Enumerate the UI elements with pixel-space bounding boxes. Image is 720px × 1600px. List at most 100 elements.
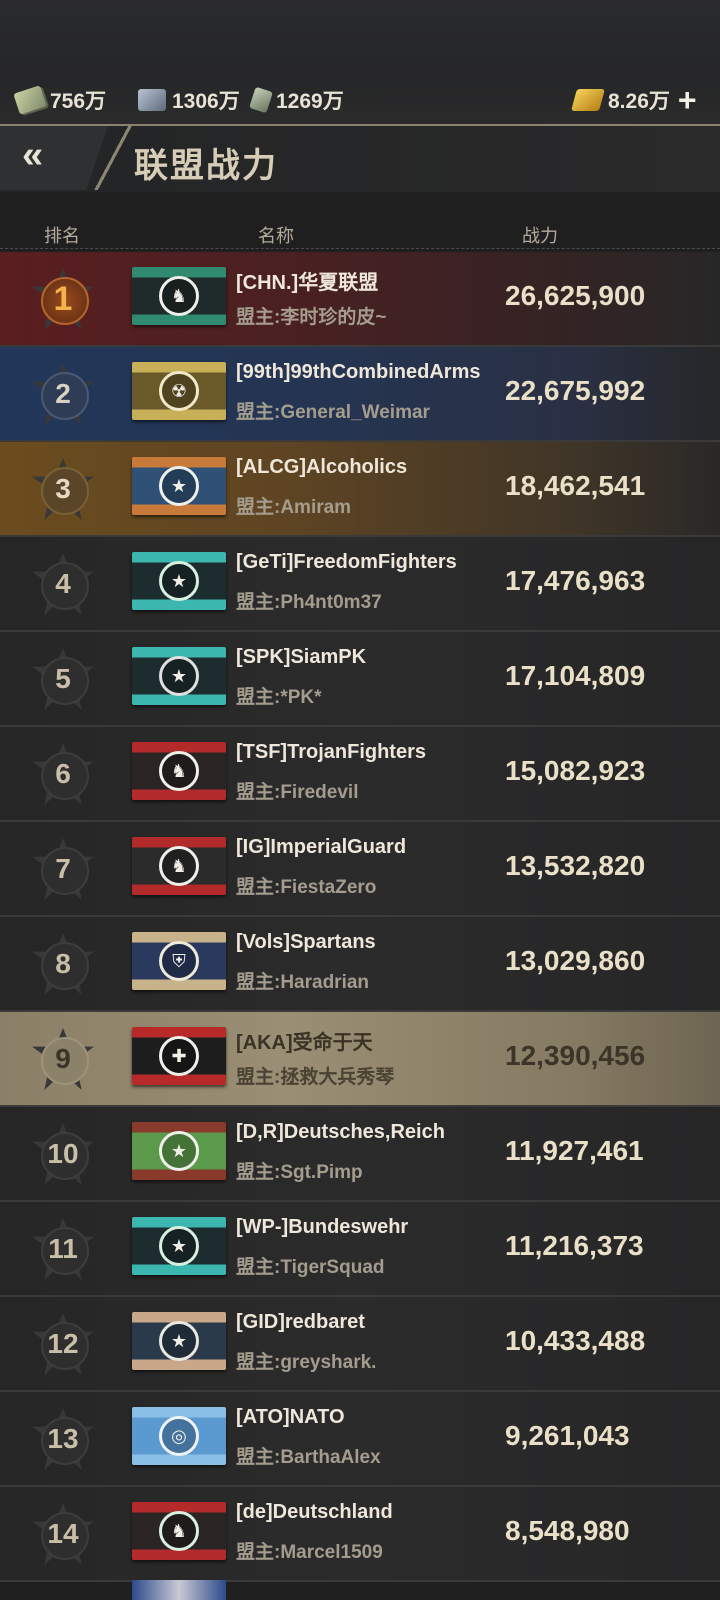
alliance-leader: 盟主:Haradrian [236,972,370,993]
alliance-leader: 盟主:FiestaZero [236,877,377,898]
star-emblem-icon: ★ [159,1321,199,1361]
alliance-power: 8,548,980 [505,1515,630,1546]
rank-number: 6 [55,758,71,789]
double-chevron-left-icon[interactable]: « [22,134,43,177]
alliance-flag: ♞ [132,267,226,325]
star-emblem-icon: ★ [159,656,199,696]
lion-emblem-icon: ♞ [159,751,199,791]
fuel-icon [249,86,273,114]
alliance-leader: 盟主:Marcel1509 [236,1542,383,1563]
header-divider-line [0,248,720,249]
gold-resource[interactable]: 8.26万 + [571,84,697,116]
alliance-flag: ◎ [132,1407,226,1465]
alliance-flag: ★ [132,1122,226,1180]
rank-number: 1 [53,279,73,318]
alliance-row[interactable]: 12 ★ [GID]redbaret 盟主:greyshark. 10,433,488 [0,1297,720,1392]
alliance-flag: ♞ [132,742,226,800]
alliance-power: 22,675,992 [505,375,646,406]
rank-number: 10 [47,1138,79,1169]
alliance-row[interactable]: 1 ♞ [CHN.]华夏联盟 盟主:李时珍的皮~ 26,625,900 [0,252,720,347]
add-gold-button[interactable]: + [678,84,697,116]
rank-number: 12 [47,1328,79,1359]
star-emblem-icon: ★ [159,561,199,601]
alliance-leader: 盟主:greyshark. [236,1352,377,1373]
page-title: 联盟战力 [134,147,278,185]
alliance-row[interactable]: 13 ◎ [ATO]NATO 盟主:BarthaAlex 9,261,043 [0,1392,720,1487]
steel-resource[interactable]: 1306万 [138,86,240,114]
alliance-flag: ⛨ [132,932,226,990]
alliance-leader: 盟主:TigerSquad [236,1257,385,1278]
rank-number: 7 [55,853,71,884]
rank-number: 9 [55,1043,71,1074]
alliance-leader: 盟主:Amiram [236,497,352,518]
alliance-flag: ★ [132,552,226,610]
alliance-row[interactable]: 14 ♞ [de]Deutschland 盟主:Marcel1509 8,548,980 [0,1487,720,1582]
alliance-leader: 盟主:Firedevil [236,782,359,803]
alliance-power: 17,104,809 [505,660,646,691]
alliance-name: [GeTi]FreedomFighters [236,551,457,573]
alliance-name: [Vols]Spartans [236,931,376,953]
rank-number: 4 [55,568,71,599]
partial-next-flag [132,1580,226,1600]
rank-number: 3 [55,473,71,504]
cross-emblem-icon: ✚ [159,1036,199,1076]
alliance-name: [IG]ImperialGuard [236,836,407,858]
alliance-name: [CHN.]华夏联盟 [236,272,379,294]
alliance-power: 17,476,963 [505,565,646,596]
alliance-leader: 盟主:*PK* [236,687,322,708]
alliance-power: 26,625,900 [505,280,646,311]
fuel-value: 1269万 [276,90,344,113]
alliance-row[interactable]: 11 ★ [WP-]Bundeswehr 盟主:TigerSquad 11,216,37… [0,1202,720,1297]
alliance-name: [GID]redbaret [236,1311,365,1333]
alliance-name: [AKA]受命于天 [236,1032,373,1054]
alliance-name: [99th]99thCombinedArms [236,361,481,383]
fuel-resource[interactable]: 1269万 [249,86,344,114]
alliance-row[interactable]: 4 ★ [GeTi]FreedomFighters 盟主:Ph4nt0m37 17,47… [0,537,720,632]
lion-emblem-icon: ♞ [159,276,199,316]
steel-icon [138,89,166,111]
alliance-row[interactable]: 8 ⛨ [Vols]Spartans 盟主:Haradrian 13,029,860 [0,917,720,1012]
alliance-power: 18,462,541 [505,470,646,501]
alliance-flag: ★ [132,1217,226,1275]
alliance-leader: 盟主:Ph4nt0m37 [236,592,382,613]
alliance-flag: ★ [132,647,226,705]
steel-value: 1306万 [172,90,240,113]
alliance-power: 11,927,461 [505,1135,644,1166]
rank-number: 8 [55,948,71,979]
rank-number: 13 [47,1423,79,1454]
alliance-flag: ✚ [132,1027,226,1085]
alliance-row[interactable]: 5 ★ [SPK]SiamPK 盟主:*PK* 17,104,809 [0,632,720,727]
rank-number: 2 [55,378,71,409]
alliance-name: [WP-]Bundeswehr [236,1216,409,1238]
cash-value: 756万 [50,90,107,113]
helmet-emblem-icon: ⛨ [159,941,199,981]
cash-resource[interactable]: 756万 [13,85,107,115]
alliance-row[interactable]: 6 ♞ [TSF]TrojanFighters 盟主:Firedevil 15,082,… [0,727,720,822]
alliance-leader: 盟主:BarthaAlex [236,1447,381,1468]
rank-number: 5 [55,663,71,694]
alliance-flag: ♞ [132,837,226,895]
radiation-emblem-icon: ☢ [159,371,199,411]
alliance-power: 13,532,820 [505,850,646,881]
alliance-name: [ALCG]Alcoholics [236,456,408,478]
gold-icon [571,89,605,111]
column-header-power: 战力 [522,226,558,246]
alliance-name: [ATO]NATO [236,1406,345,1428]
column-header-name: 名称 [258,226,294,246]
gold-value: 8.26万 [608,90,670,113]
alliance-flag: ♞ [132,1502,226,1560]
alliance-row[interactable]: 10 ★ [D,R]Deutsches,Reich 盟主:Sgt.Pimp 11,927… [0,1107,720,1202]
lion-emblem-icon: ♞ [159,1511,199,1551]
cash-icon [13,85,47,115]
alliance-name: [de]Deutschland [236,1501,393,1523]
un-emblem-icon: ◎ [159,1416,199,1456]
alliance-row[interactable]: 2 ☢ [99th]99thCombinedArms 盟主:General_Weima… [0,347,720,442]
alliance-row[interactable]: 3 ★ [ALCG]Alcoholics 盟主:Amiram 18,462,541 [0,442,720,537]
alliance-ranking-list[interactable]: 1 ♞ [CHN.]华夏联盟 盟主:李时珍的皮~ 26,625,900 2 ☢ [99th]9… [0,252,720,1582]
alliance-leader: 盟主:General_Weimar [236,402,430,423]
alliance-flag: ☢ [132,362,226,420]
alliance-leader: 盟主:李时珍的皮~ [236,307,387,328]
alliance-row[interactable]: 7 ♞ [IG]ImperialGuard 盟主:FiestaZero 13,532,8… [0,822,720,917]
alliance-row[interactable]: 9 ✚ [AKA]受命于天 盟主:拯救大兵秀琴 12,390,456 [0,1012,720,1107]
alliance-leader: 盟主:Sgt.Pimp [236,1162,363,1183]
